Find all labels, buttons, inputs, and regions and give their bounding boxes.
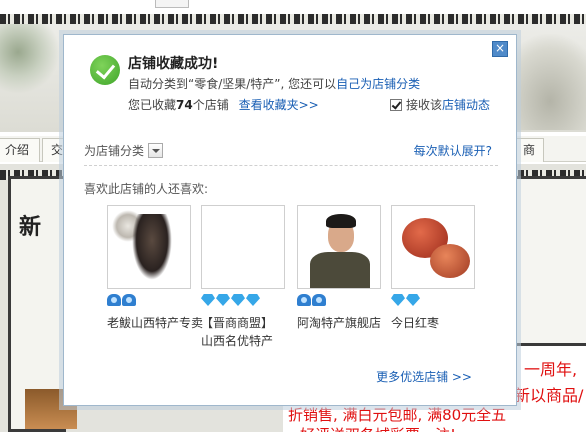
default-expand-link[interactable]: 每次默认展开? bbox=[414, 142, 492, 159]
receive-updates-label: 接收该 bbox=[406, 98, 443, 112]
shop-name[interactable]: 阿淘特产旗舰店 bbox=[297, 314, 381, 332]
shop-rating bbox=[391, 294, 475, 310]
shop-name[interactable]: 【晋商商盟】山西名优特产 bbox=[201, 314, 283, 350]
promo-line-2: 新以商品/ bbox=[514, 386, 584, 405]
shop-thumbnail[interactable] bbox=[391, 205, 475, 289]
promo-line-4: 好评送双各城彩票一注! bbox=[300, 424, 456, 432]
receive-updates-option[interactable]: 接收该店铺动态 bbox=[390, 96, 490, 113]
receive-updates-checkbox[interactable] bbox=[390, 99, 402, 111]
decorative-border-top bbox=[0, 14, 586, 24]
success-check-icon bbox=[90, 55, 120, 85]
shop-updates-link[interactable]: 店铺动态 bbox=[442, 98, 490, 112]
diamond-icon bbox=[246, 294, 260, 306]
category-dropdown-button[interactable] bbox=[148, 143, 164, 158]
diamond-icon bbox=[391, 294, 405, 306]
side-calligraphy: 新 bbox=[19, 214, 42, 240]
recommended-shop-1: 老鮁山西特产专卖 bbox=[107, 205, 203, 332]
diamond-icon bbox=[201, 294, 215, 306]
dialog-title: 店铺收藏成功! bbox=[128, 56, 219, 72]
also-like-heading: 喜欢此店铺的人还喜欢: bbox=[84, 182, 209, 196]
favorite-count-suffix: 个店铺 bbox=[192, 98, 229, 112]
diamond-icon bbox=[216, 294, 230, 306]
shop-rating bbox=[201, 294, 285, 310]
nav-tab-intro[interactable]: 介绍 bbox=[0, 138, 40, 162]
page-top-strip bbox=[0, 0, 586, 14]
favorite-success-dialog: × 店铺收藏成功! 自动分类到“零食/坚果/特产”, 您还可以自己为店铺分类 您… bbox=[63, 34, 517, 406]
favorite-count-prefix: 您已收藏 bbox=[128, 98, 177, 112]
auto-category-line: 自动分类到“零食/坚果/特产”, 您还可以自己为店铺分类 bbox=[128, 75, 420, 92]
favorite-count-line: 您已收藏74个店铺 查看收藏夹>> bbox=[128, 96, 319, 113]
shop-rating bbox=[297, 294, 381, 310]
left-decor-frame: 新 bbox=[8, 176, 77, 432]
bamboo-illustration bbox=[0, 24, 60, 94]
recommended-shop-4: 今日红枣 bbox=[391, 205, 475, 332]
shop-thumbnail[interactable] bbox=[107, 205, 191, 289]
crown-icon bbox=[107, 294, 121, 306]
crown-icon bbox=[297, 294, 311, 306]
crown-icon bbox=[312, 294, 326, 306]
category-label: 为店铺分类 bbox=[84, 144, 145, 158]
close-icon[interactable]: × bbox=[492, 41, 508, 57]
auto-category-text: 自动分类到“零食/坚果/特产”, 您还可以 bbox=[128, 77, 337, 91]
crown-icon bbox=[122, 294, 136, 306]
promo-line-1: 一周年, bbox=[524, 360, 578, 379]
category-selector: 为店铺分类 bbox=[84, 142, 164, 159]
more-shops-link[interactable]: 更多优选店铺 >> bbox=[376, 368, 472, 385]
diamond-icon bbox=[406, 294, 420, 306]
promo-line-3: 折销售, 满白元包邮, 满80元全五 bbox=[288, 406, 507, 424]
recommended-shop-3: 阿淘特产旗舰店 bbox=[297, 205, 381, 332]
favorite-count: 74 bbox=[176, 98, 193, 112]
custom-category-link[interactable]: 自己为店铺分类 bbox=[336, 77, 420, 91]
dialog-divider bbox=[84, 165, 498, 166]
shop-thumbnail[interactable] bbox=[297, 205, 381, 289]
nav-tab-3[interactable]: 商 bbox=[514, 138, 544, 162]
shop-name[interactable]: 今日红枣 bbox=[391, 314, 501, 332]
view-favorites-link[interactable]: 查看收藏夹>> bbox=[239, 98, 319, 112]
diamond-icon bbox=[231, 294, 245, 306]
shop-rating bbox=[107, 294, 191, 310]
top-tab-stub[interactable] bbox=[155, 0, 189, 8]
shop-thumbnail[interactable] bbox=[201, 205, 285, 289]
recommended-shop-2: 【晋商商盟】山西名优特产 bbox=[201, 205, 285, 350]
